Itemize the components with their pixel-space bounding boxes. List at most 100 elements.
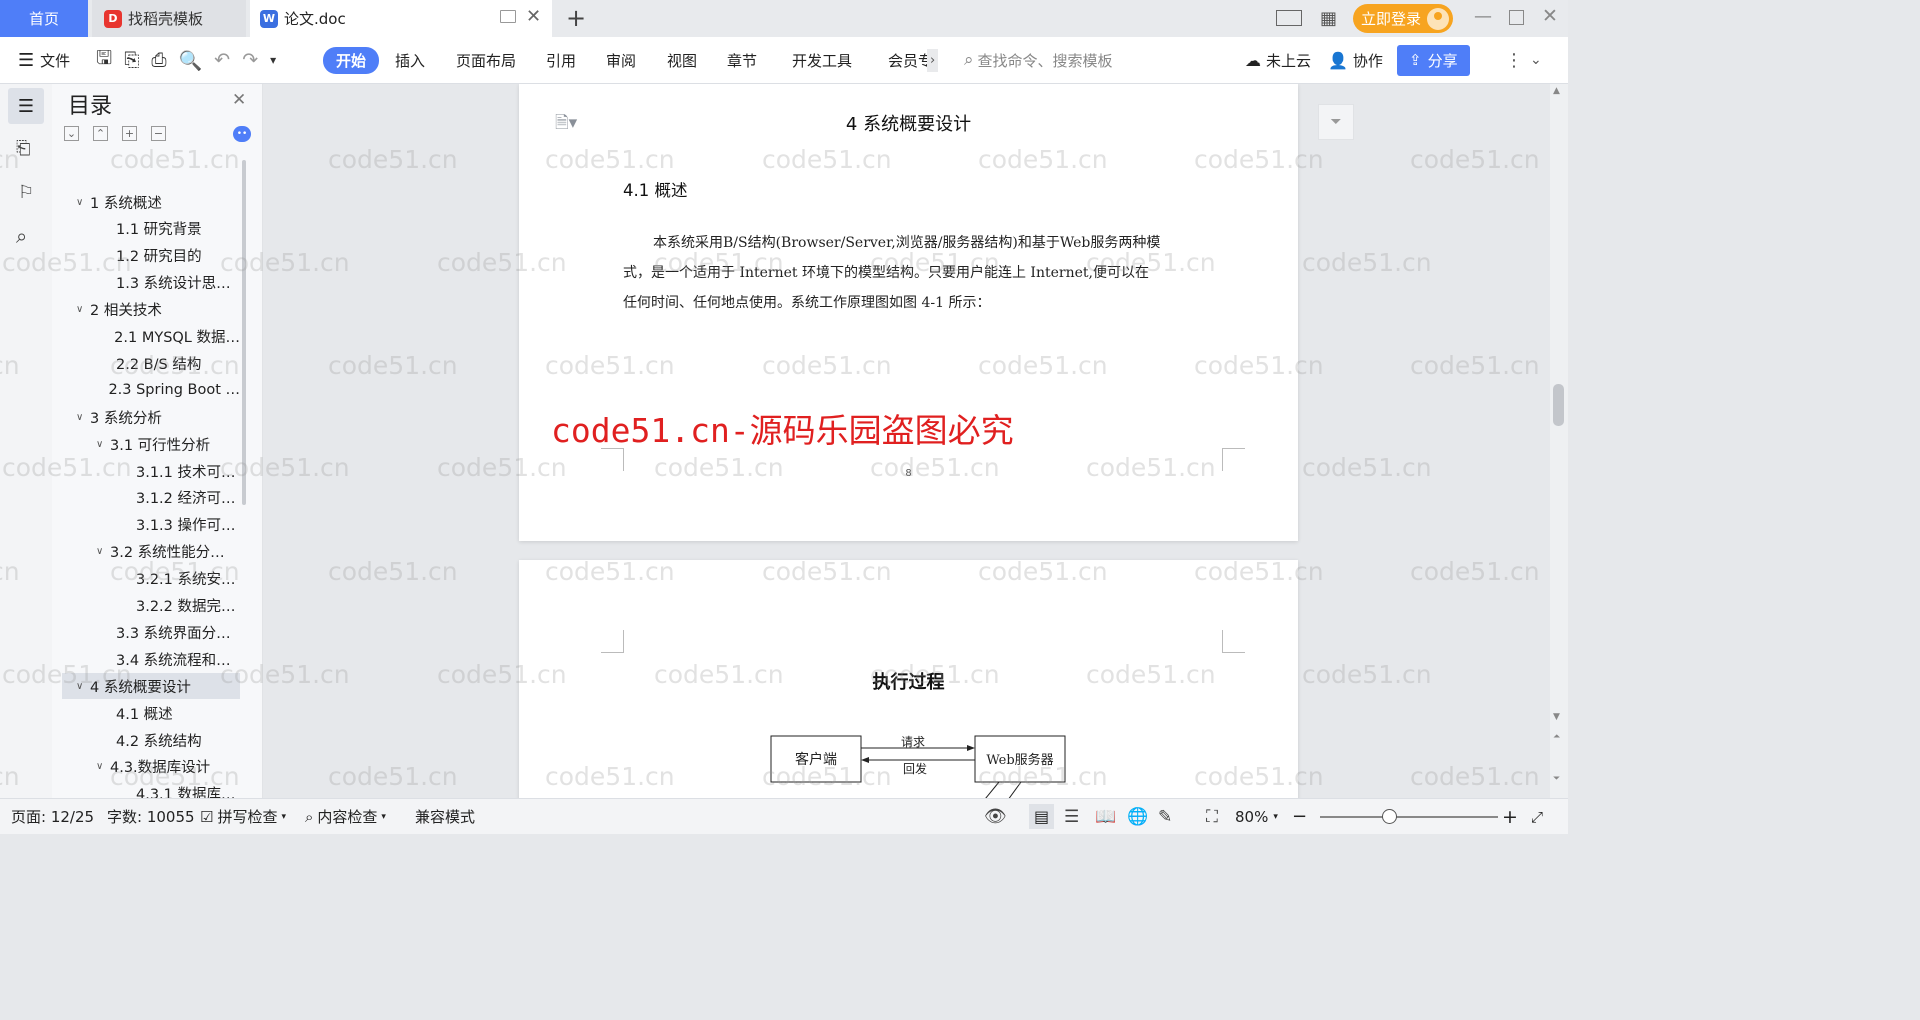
more-tabs-icon[interactable]: › — [927, 37, 939, 83]
remove-heading-icon[interactable]: − — [151, 126, 166, 141]
expand-all-icon[interactable]: ⌄ — [64, 126, 79, 141]
collapse-ribbon-icon[interactable]: ⌄ — [1530, 37, 1542, 83]
word-count[interactable]: 字数: 10055 — [107, 799, 195, 834]
toc-item[interactable]: 4.1 概述 — [62, 700, 240, 726]
login-button[interactable]: 立即登录 — [1353, 4, 1453, 33]
page-indicator[interactable]: 页面: 12/25 — [11, 799, 94, 834]
more-dropdown-icon[interactable]: ▾ — [270, 53, 276, 67]
grid-icon[interactable]: ▦ — [1320, 8, 1337, 29]
zoom-slider-track[interactable] — [1320, 816, 1498, 818]
toc-item[interactable]: ∨ 3 系统分析 — [62, 404, 240, 430]
new-tab-icon[interactable]: + — [566, 4, 586, 32]
page-view-button[interactable]: ▤ — [1029, 799, 1055, 834]
web-view-icon[interactable]: 🌐 — [1127, 799, 1148, 834]
bookmark-icon[interactable]: ⚐ — [18, 182, 34, 203]
toc-item[interactable]: 3.3 系统界面分… — [62, 619, 240, 645]
share-button[interactable]: ⇪ 分享 — [1397, 37, 1470, 83]
toc-item[interactable]: 2.2 B/S 结构 — [62, 350, 240, 376]
print-icon[interactable]: ⎙ — [151, 49, 166, 71]
toc-item[interactable]: 1.1 研究背景 — [62, 216, 240, 242]
scroll-up-icon[interactable]: ▲ — [1553, 86, 1560, 96]
fit-page-icon[interactable]: ⛶ — [1206, 799, 1218, 834]
undo-icon[interactable]: ↶ — [214, 49, 230, 71]
close-toc-icon[interactable]: ✕ — [232, 90, 246, 110]
chevron-down-icon[interactable]: ∨ — [96, 761, 110, 772]
scroll-thumb[interactable] — [1553, 384, 1564, 426]
tab-start[interactable]: 开始 — [323, 37, 380, 83]
content-check-button[interactable]: ⌕ 内容检查 ▾ — [305, 799, 386, 834]
tab-document[interactable]: W 论文.doc ✕ — [250, 0, 552, 37]
restore-icon[interactable] — [1509, 10, 1524, 25]
toc-item[interactable]: ∨ 4.3.数据库设计 — [62, 754, 240, 780]
toc-scrollbar[interactable] — [242, 160, 246, 505]
chevron-down-icon[interactable]: ∨ — [76, 197, 90, 208]
prev-page-icon[interactable]: ⏶ — [1553, 732, 1560, 742]
navigation-icon[interactable]: ⎗ — [16, 138, 30, 159]
zoom-out-icon[interactable]: − — [1292, 799, 1307, 834]
close-tab-icon[interactable]: ✕ — [526, 6, 541, 27]
toc-item[interactable]: 2.1 MYSQL 数据… — [62, 324, 240, 350]
toc-item[interactable]: 3.1.1 技术可… — [62, 458, 240, 484]
chevron-down-icon[interactable]: ∨ — [96, 439, 110, 450]
tab-page-layout[interactable]: 页面布局 — [456, 37, 516, 83]
chevron-down-icon[interactable]: ∨ — [96, 546, 110, 557]
save-icon[interactable]: 🖫 — [96, 44, 112, 76]
chevron-down-icon[interactable]: ∨ — [76, 412, 90, 423]
outline-view-icon[interactable]: ☰ — [1064, 799, 1079, 834]
toc-item[interactable]: 3.4 系统流程和… — [62, 646, 240, 672]
file-menu-button[interactable]: ☰ 文件 — [18, 37, 70, 83]
tab-home[interactable]: 首页 — [0, 0, 88, 37]
screen-icon[interactable] — [500, 10, 516, 23]
vertical-scrollbar[interactable]: ▲ ▼ ⏶ ⏷ — [1550, 84, 1568, 798]
reading-view-icon[interactable]: 📖 — [1095, 799, 1116, 834]
toc-item[interactable]: 2.3 Spring Boot … — [62, 377, 240, 403]
tab-references[interactable]: 引用 — [546, 37, 576, 83]
tab-developer[interactable]: 开发工具 — [792, 37, 852, 83]
zoom-in-icon[interactable]: + — [1502, 799, 1518, 834]
write-view-icon[interactable]: ✎ — [1158, 799, 1172, 834]
toc-item[interactable]: 1.2 研究目的 — [62, 243, 240, 269]
filter-panel-icon[interactable]: ⏷ — [1318, 104, 1354, 140]
toc-item[interactable]: 3.1.2 经济可… — [62, 485, 240, 511]
print-preview-icon[interactable]: 🔍 — [179, 49, 203, 72]
toc-item[interactable]: 4.2 系统结构 — [62, 727, 240, 753]
command-search[interactable]: ⌕ 查找命令、搜索模板 — [964, 37, 1113, 83]
fullscreen-icon[interactable]: ⤢ — [1531, 799, 1543, 834]
tab-chapter[interactable]: 章节 — [727, 37, 757, 83]
ai-assistant-icon[interactable]: •• — [233, 126, 251, 142]
toc-item[interactable]: ∨ 3.2 系统性能分… — [62, 539, 240, 565]
chevron-down-icon[interactable]: ∨ — [76, 681, 90, 692]
zoom-dropdown[interactable]: 80% ▾ — [1235, 799, 1278, 834]
collapse-all-icon[interactable]: ⌃ — [93, 126, 108, 141]
tab-insert[interactable]: 插入 — [395, 37, 425, 83]
minimize-icon[interactable]: — — [1474, 6, 1492, 27]
toc-item[interactable]: ∨ 4 系统概要设计 — [62, 673, 240, 700]
tab-review[interactable]: 审阅 — [606, 37, 636, 83]
more-options-icon[interactable]: ⋮ — [1505, 37, 1523, 83]
redo-icon[interactable]: ↷ — [242, 49, 258, 71]
add-heading-icon[interactable]: + — [122, 126, 137, 141]
tab-view[interactable]: 视图 — [667, 37, 697, 83]
toc-item[interactable]: 1.3 系统设计思… — [62, 270, 240, 296]
export-icon[interactable]: ⎘ — [124, 49, 139, 71]
zoom-slider-thumb[interactable] — [1382, 809, 1398, 824]
layout-icon[interactable] — [1276, 10, 1302, 26]
toc-item[interactable]: ∨ 3.1 可行性分析 — [62, 431, 240, 457]
chevron-down-icon[interactable]: ∨ — [76, 304, 90, 315]
toc-panel-icon[interactable]: ☰ — [8, 88, 44, 124]
toc-item[interactable]: 3.2.1 系统安… — [62, 566, 240, 592]
cloud-status-label: 未上云 — [1266, 51, 1312, 70]
toc-item[interactable]: 3.1.3 操作可… — [62, 512, 240, 538]
collaborate-button[interactable]: 👤 协作 — [1328, 37, 1383, 83]
scroll-down-icon[interactable]: ▼ — [1553, 712, 1560, 722]
next-page-icon[interactable]: ⏷ — [1553, 774, 1560, 784]
spell-check-button[interactable]: ☑ 拼写检查 ▾ — [200, 799, 286, 834]
toc-item[interactable]: ∨ 1 系统概述 — [62, 189, 240, 215]
cloud-status-button[interactable]: ☁ 未上云 — [1245, 37, 1311, 83]
close-window-icon[interactable]: ✕ — [1542, 5, 1558, 27]
toc-item[interactable]: 3.2.2 数据完… — [62, 593, 240, 619]
tab-template[interactable]: D 找稻壳模板 — [92, 0, 246, 37]
eye-protection-icon[interactable]: 👁 — [984, 799, 1007, 834]
toc-item[interactable]: ∨ 2 相关技术 — [62, 297, 240, 323]
find-icon[interactable]: ⌕ — [16, 224, 27, 248]
